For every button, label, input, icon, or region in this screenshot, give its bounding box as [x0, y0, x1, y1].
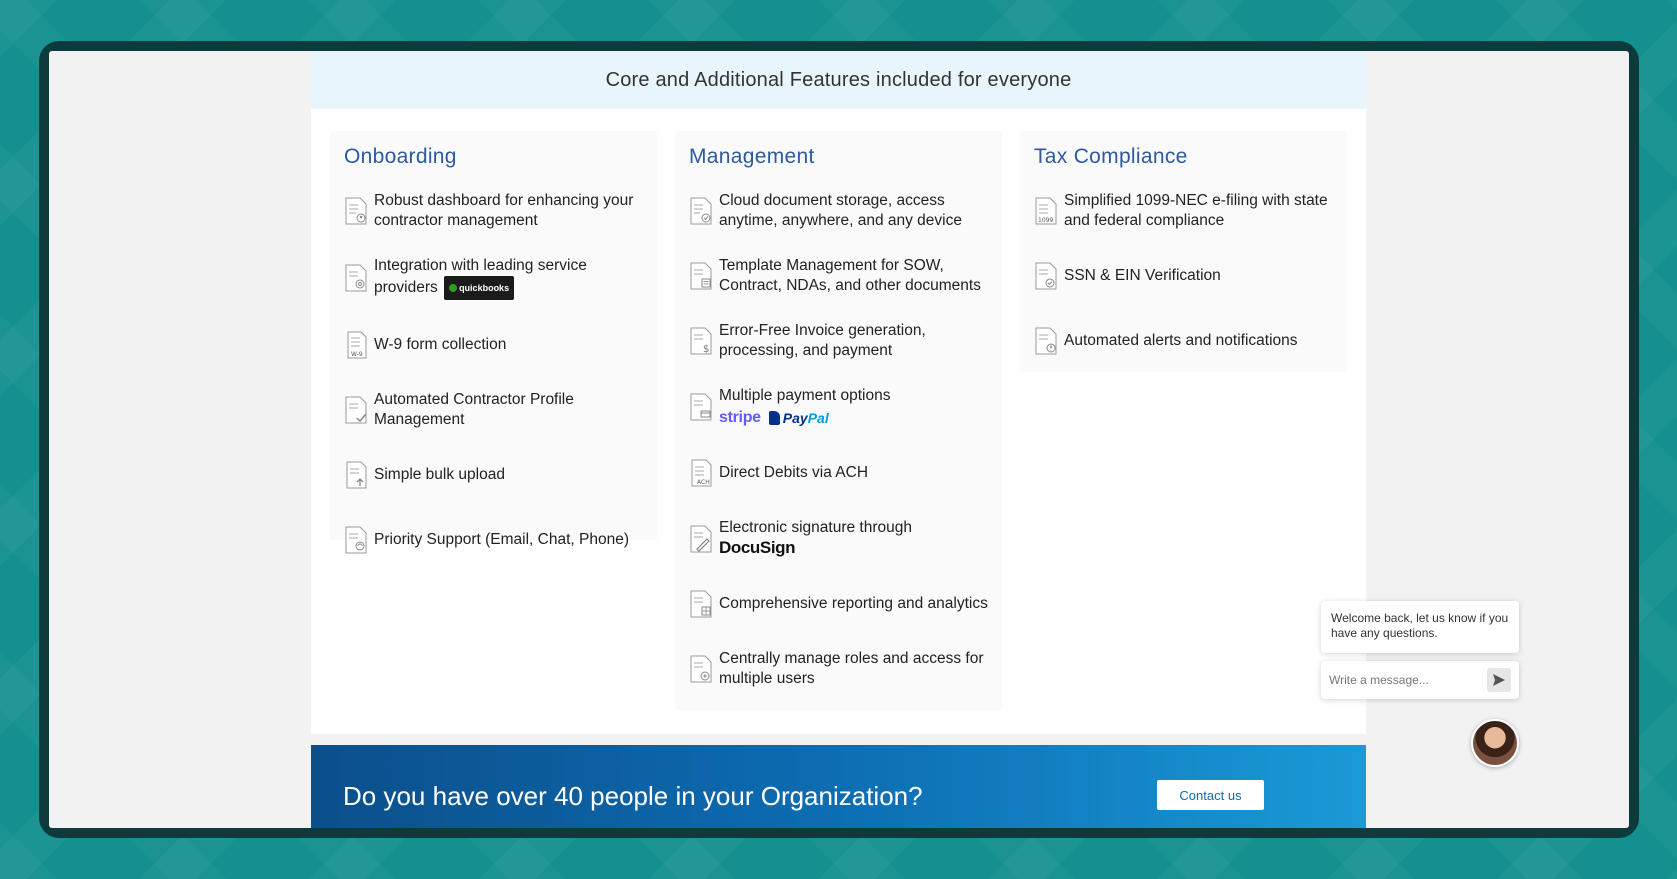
- feature-item: Comprehensive reporting and analytics: [689, 584, 988, 624]
- feature-text: Automated Contractor Profile Management: [374, 391, 574, 428]
- quickbooks-logo: quickbooks: [444, 276, 515, 300]
- feature-item: Automated alerts and notifications: [1034, 321, 1333, 361]
- roles-doc-icon: [689, 655, 713, 683]
- paypal-logo: PayPal: [768, 408, 829, 428]
- enterprise-cta-section: Do you have over 40 people in your Organ…: [311, 745, 1366, 828]
- feature-item: $ Error-Free Invoice generation, process…: [689, 321, 988, 361]
- feature-text: SSN & EIN Verification: [1064, 267, 1221, 284]
- feature-text: Simple bulk upload: [374, 466, 505, 483]
- feature-item: Centrally manage roles and access for mu…: [689, 649, 988, 689]
- invoice-doc-icon: $: [689, 327, 713, 355]
- feature-text: Automated alerts and notifications: [1064, 332, 1298, 349]
- feature-text: W-9 form collection: [374, 336, 507, 353]
- verification-doc-icon: [1034, 262, 1058, 290]
- feature-text: Error-Free Invoice generation, processin…: [719, 322, 926, 359]
- feature-item: Cloud document storage, access anytime, …: [689, 191, 988, 231]
- reporting-doc-icon: [689, 590, 713, 618]
- send-button[interactable]: [1487, 668, 1511, 692]
- svg-text:ACH: ACH: [697, 479, 710, 486]
- feature-text: Priority Support (Email, Chat, Phone): [374, 531, 629, 548]
- feature-item: Electronic signature through DocuSign: [689, 518, 988, 559]
- dashboard-doc-icon: [344, 197, 368, 225]
- feature-item: Integration with leading service provide…: [344, 256, 643, 300]
- feature-text: Simplified 1099-NEC e-filing with state …: [1064, 192, 1328, 229]
- feature-item: Multiple payment options stripe PayPal: [689, 386, 988, 428]
- ach-doc-icon: ACH: [689, 459, 713, 487]
- feature-columns: Onboarding Robust dashboard for enhancin…: [311, 131, 1366, 731]
- template-doc-icon: [689, 262, 713, 290]
- form-1099-doc-icon: 1099: [1034, 197, 1058, 225]
- stripe-logo: stripe: [719, 409, 761, 426]
- signature-doc-icon: [689, 525, 713, 553]
- feature-item: Simple bulk upload: [344, 455, 643, 495]
- chat-input-box: [1321, 661, 1519, 699]
- feature-text: Comprehensive reporting and analytics: [719, 595, 988, 612]
- chat-message-input[interactable]: [1329, 673, 1487, 687]
- features-title: Core and Additional Features included fo…: [605, 68, 1072, 91]
- feature-text: Electronic signature through: [719, 519, 913, 536]
- feature-text: Cloud document storage, access anytime, …: [719, 192, 962, 229]
- feature-text: Multiple payment options: [719, 387, 891, 404]
- feature-item: SSN & EIN Verification: [1034, 256, 1333, 296]
- integration-doc-icon: [344, 264, 368, 292]
- cloud-doc-icon: [689, 197, 713, 225]
- column-onboarding: Onboarding Robust dashboard for enhancin…: [330, 131, 657, 554]
- svg-text:1099: 1099: [1038, 217, 1053, 224]
- features-banner: Core and Additional Features included fo…: [311, 51, 1366, 109]
- profile-doc-icon: [344, 396, 368, 424]
- column-title: Tax Compliance: [1034, 145, 1188, 168]
- feature-text: Template Management for SOW, Contract, N…: [719, 257, 981, 294]
- feature-item: 1099 Simplified 1099-NEC e-filing with s…: [1034, 191, 1333, 231]
- contact-us-button[interactable]: Contact us: [1157, 780, 1264, 810]
- feature-item: Robust dashboard for enhancing your cont…: [344, 191, 643, 231]
- feature-text: Centrally manage roles and access for mu…: [719, 650, 984, 687]
- feature-item: Template Management for SOW, Contract, N…: [689, 256, 988, 296]
- cta-title: Do you have over 40 people in your Organ…: [343, 781, 923, 811]
- send-icon: [1493, 674, 1505, 686]
- chat-agent-avatar[interactable]: [1471, 719, 1519, 767]
- alert-doc-icon: [1034, 327, 1058, 355]
- feature-item: ACH Direct Debits via ACH: [689, 453, 988, 493]
- feature-text: Robust dashboard for enhancing your cont…: [374, 192, 634, 229]
- browser-viewport: Core and Additional Features included fo…: [49, 51, 1629, 828]
- column-title: Onboarding: [344, 145, 457, 168]
- feature-text: Direct Debits via ACH: [719, 464, 869, 481]
- column-tax-compliance: Tax Compliance 1099 Simplified 1099-NEC …: [1020, 131, 1347, 372]
- feature-item: Priority Support (Email, Chat, Phone): [344, 520, 643, 560]
- features-section: Core and Additional Features included fo…: [311, 51, 1366, 734]
- w9-doc-icon: W-9: [344, 331, 368, 359]
- upload-doc-icon: [344, 461, 368, 489]
- column-management: Management Cloud document storage, acces…: [675, 131, 1002, 710]
- feature-item: W-9 W-9 form collection: [344, 325, 643, 365]
- chat-welcome-message: Welcome back, let us know if you have an…: [1321, 601, 1519, 653]
- svg-text:W-9: W-9: [351, 351, 363, 358]
- payment-doc-icon: [689, 393, 713, 421]
- device-frame: Core and Additional Features included fo…: [39, 41, 1639, 838]
- support-doc-icon: [344, 526, 368, 554]
- svg-text:$: $: [703, 344, 709, 355]
- docusign-logo: DocuSign: [719, 538, 796, 557]
- column-title: Management: [689, 145, 815, 168]
- feature-item: Automated Contractor Profile Management: [344, 390, 643, 430]
- payment-logos: stripe PayPal: [719, 408, 890, 428]
